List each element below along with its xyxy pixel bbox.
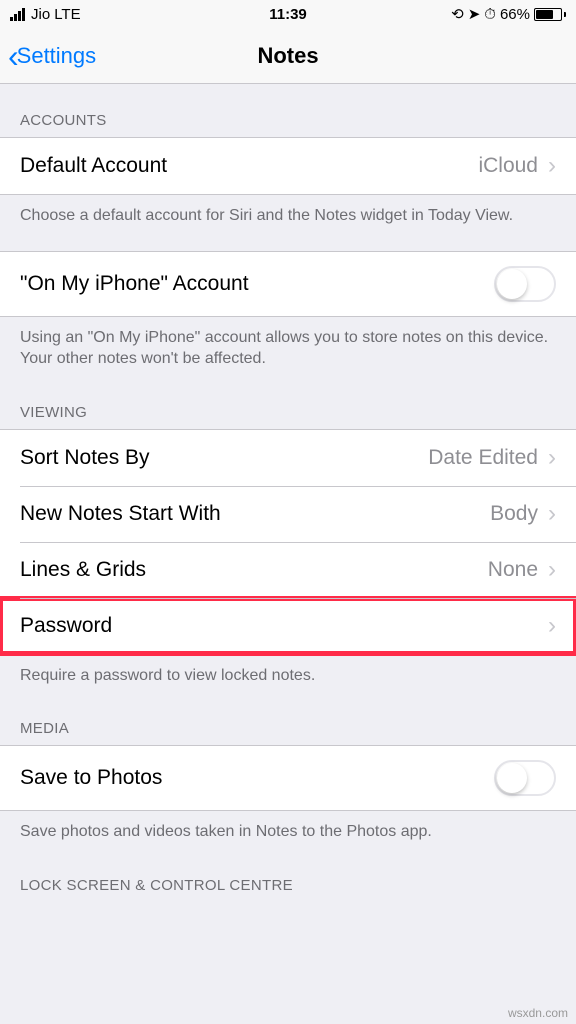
back-label: Settings	[17, 43, 97, 69]
orientation-lock-icon: ⟲	[451, 5, 464, 23]
section-footer: Choose a default account for Siri and th…	[0, 195, 576, 233]
section-header-viewing: VIEWING	[0, 376, 576, 429]
nav-bar: ‹ Settings Notes	[0, 28, 576, 84]
cell-label: Default Account	[20, 154, 167, 178]
cell-label: Sort Notes By	[20, 446, 150, 470]
toggle-save-to-photos[interactable]	[494, 760, 556, 796]
cell-value: Body	[490, 502, 538, 526]
content[interactable]: ACCOUNTS Default Account iCloud › Choose…	[0, 84, 576, 1024]
cell-label: New Notes Start With	[20, 502, 221, 526]
status-time: 11:39	[269, 6, 307, 23]
section-header-media: MEDIA	[0, 692, 576, 745]
cell-value: None	[488, 558, 538, 582]
section-footer: Save photos and videos taken in Notes to…	[0, 811, 576, 849]
location-icon: ➤	[468, 5, 481, 23]
chevron-right-icon: ›	[548, 444, 556, 472]
chevron-right-icon: ›	[548, 500, 556, 528]
watermark: wsxdn.com	[508, 1006, 568, 1020]
cell-default-account[interactable]: Default Account iCloud ›	[0, 138, 576, 194]
network-label: LTE	[54, 6, 80, 23]
page-title: Notes	[257, 43, 318, 69]
cell-value: Date Edited	[428, 446, 538, 470]
cell-save-to-photos[interactable]: Save to Photos	[0, 746, 576, 810]
chevron-right-icon: ›	[548, 612, 556, 640]
cell-on-my-iphone[interactable]: "On My iPhone" Account	[0, 252, 576, 316]
cell-password[interactable]: Password ›	[0, 598, 576, 654]
cell-label: Password	[20, 614, 112, 638]
chevron-right-icon: ›	[548, 556, 556, 584]
section-footer: Require a password to view locked notes.	[0, 655, 576, 693]
back-button[interactable]: ‹ Settings	[8, 40, 96, 72]
toggle-on-my-iphone[interactable]	[494, 266, 556, 302]
cell-label: Lines & Grids	[20, 558, 146, 582]
section-header-accounts: ACCOUNTS	[0, 84, 576, 137]
cell-sort-notes-by[interactable]: Sort Notes By Date Edited ›	[0, 430, 576, 486]
status-bar: Jio LTE 11:39 ⟲ ➤ ⏱ 66%	[0, 0, 576, 28]
status-left: Jio LTE	[10, 6, 81, 23]
battery-icon	[534, 8, 566, 21]
cell-label: Save to Photos	[20, 766, 162, 790]
chevron-right-icon: ›	[548, 152, 556, 180]
alarm-icon: ⏱	[484, 6, 496, 23]
cell-lines-and-grids[interactable]: Lines & Grids None ›	[0, 542, 576, 598]
cell-label: "On My iPhone" Account	[20, 272, 249, 296]
status-right: ⟲ ➤ ⏱ 66%	[451, 5, 566, 23]
signal-icon	[10, 8, 25, 21]
battery-pct: 66%	[500, 6, 530, 23]
section-header-lockcc: LOCK SCREEN & CONTROL CENTRE	[0, 849, 576, 902]
cell-new-notes-start-with[interactable]: New Notes Start With Body ›	[0, 486, 576, 542]
section-footer: Using an "On My iPhone" account allows y…	[0, 317, 576, 376]
carrier-label: Jio	[31, 6, 50, 23]
cell-value: iCloud	[478, 154, 538, 178]
